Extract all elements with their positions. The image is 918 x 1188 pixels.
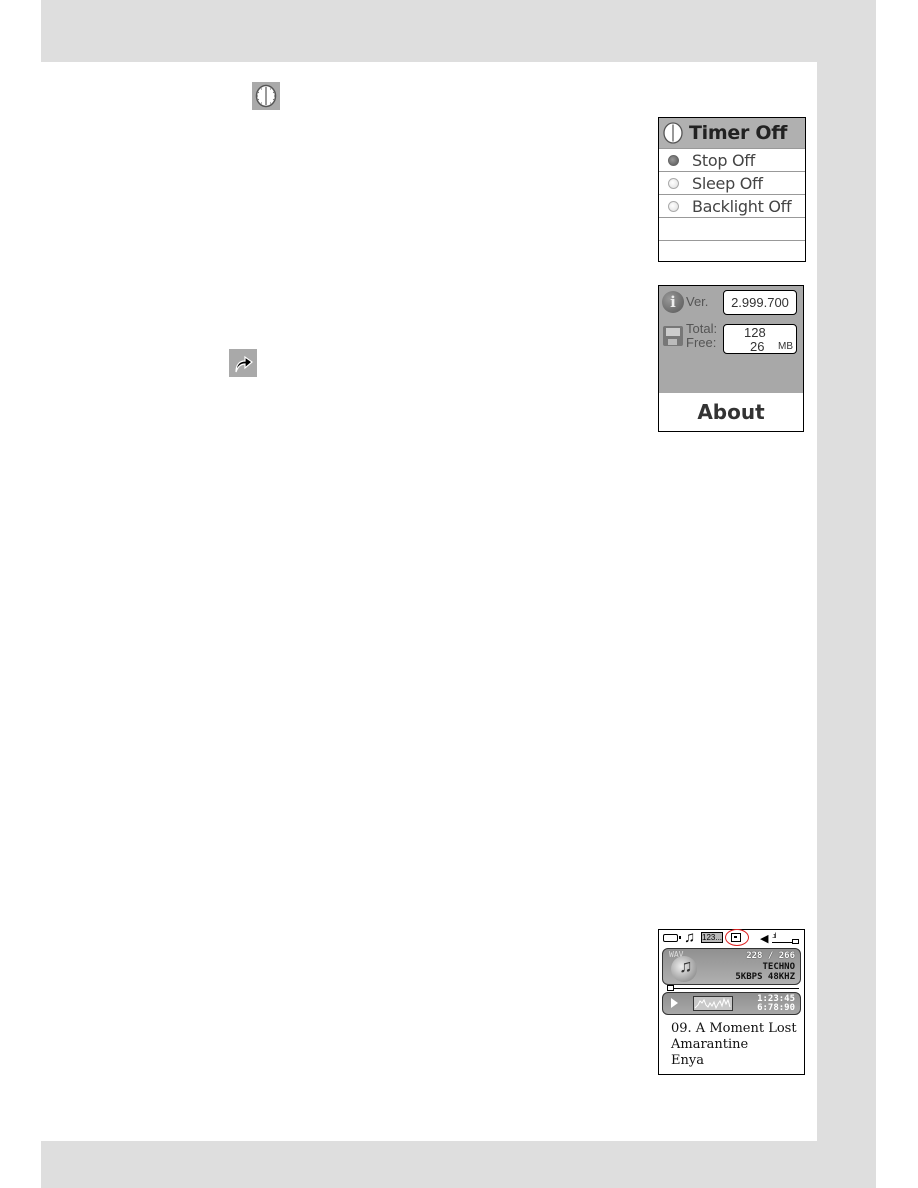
album-name: Amarantine bbox=[671, 1037, 749, 1052]
page-frame-bottom bbox=[41, 1141, 876, 1188]
track-info-panel: WAV ♫ 228 / 266 TECHNO 5KBPS 48KHZ bbox=[662, 948, 801, 985]
progress-track bbox=[669, 988, 799, 989]
timer-empty-row bbox=[659, 241, 805, 264]
timer-option-backlight[interactable]: Backlight Off bbox=[659, 195, 805, 218]
music-note-icon: ♫ bbox=[684, 929, 696, 946]
music-note-icon: ♫ bbox=[679, 956, 693, 976]
status-bar: ♫ 123... ◀ .:ıl bbox=[659, 929, 804, 946]
radio-icon bbox=[668, 200, 679, 212]
genre: TECHNO bbox=[762, 962, 795, 972]
player-screen: ♫ 123... ◀ .:ıl WAV ♫ 228 / 266 TECHNO 5… bbox=[658, 929, 805, 1075]
speaker-icon: ◀ bbox=[760, 933, 769, 945]
volume-level-icon: .:ıl bbox=[772, 933, 777, 940]
version-label: Ver. bbox=[686, 294, 709, 309]
artist-name: Enya bbox=[671, 1053, 704, 1068]
timer-menu-title: Timer Off bbox=[689, 122, 788, 144]
storage-box: 128 26 MB bbox=[723, 324, 797, 354]
page-frame-right bbox=[817, 0, 876, 1188]
page-frame-top bbox=[41, 0, 876, 62]
volume-slider-knob bbox=[792, 939, 799, 944]
timer-empty-row bbox=[659, 218, 805, 241]
radio-icon bbox=[668, 177, 679, 189]
storage-labels: Total: Free: bbox=[686, 322, 717, 350]
track-count: 228 / 266 bbox=[746, 951, 795, 961]
bitrate: 5KBPS 48KHZ bbox=[735, 972, 795, 982]
timer-option-stop[interactable]: Stop Off bbox=[659, 149, 805, 172]
page-corner bbox=[787, 1111, 817, 1141]
version-value: 2.999.700 bbox=[723, 290, 797, 315]
track-details: 09. A Moment Lost Amarantine Enya bbox=[671, 1021, 797, 1069]
timer-option-sleep[interactable]: Sleep Off bbox=[659, 172, 805, 195]
repeat-mode-indicator: 123... bbox=[701, 932, 723, 943]
clock-icon bbox=[663, 122, 683, 144]
timer-menu-screen: Timer Off Stop Off Sleep Off Backlight O… bbox=[658, 117, 806, 262]
play-icon[interactable] bbox=[671, 998, 678, 1008]
waveform-icon bbox=[694, 997, 731, 1010]
free-value: 26 bbox=[750, 339, 765, 354]
floppy-disk-icon bbox=[663, 326, 683, 346]
timer-menu-header: Timer Off bbox=[659, 118, 805, 149]
clock-icon bbox=[252, 82, 280, 110]
highlight-circle bbox=[725, 929, 749, 946]
about-title: About bbox=[697, 400, 765, 424]
info-icon: i bbox=[662, 291, 684, 313]
track-title: 09. A Moment Lost bbox=[671, 1021, 797, 1036]
transport-panel: 1:23:45 6:78:90 bbox=[662, 992, 801, 1015]
total-value: 128 bbox=[744, 325, 766, 340]
about-screen: i Ver. 2.999.700 Total: Free: 128 26 MB … bbox=[658, 285, 804, 432]
storage-unit: MB bbox=[778, 341, 793, 352]
return-arrow-icon bbox=[229, 349, 257, 377]
free-label: Free: bbox=[686, 335, 717, 350]
page-corner bbox=[787, 62, 817, 92]
about-footer: About bbox=[659, 393, 803, 431]
battery-icon bbox=[663, 934, 681, 942]
total-time: 6:78:90 bbox=[757, 1003, 795, 1013]
option-label: Sleep Off bbox=[692, 173, 763, 193]
total-label: Total: bbox=[686, 321, 718, 336]
option-label: Backlight Off bbox=[692, 196, 792, 216]
progress-knob[interactable] bbox=[667, 985, 674, 991]
radio-selected-icon bbox=[668, 154, 679, 166]
option-label: Stop Off bbox=[692, 150, 755, 170]
waveform-display bbox=[693, 996, 733, 1011]
